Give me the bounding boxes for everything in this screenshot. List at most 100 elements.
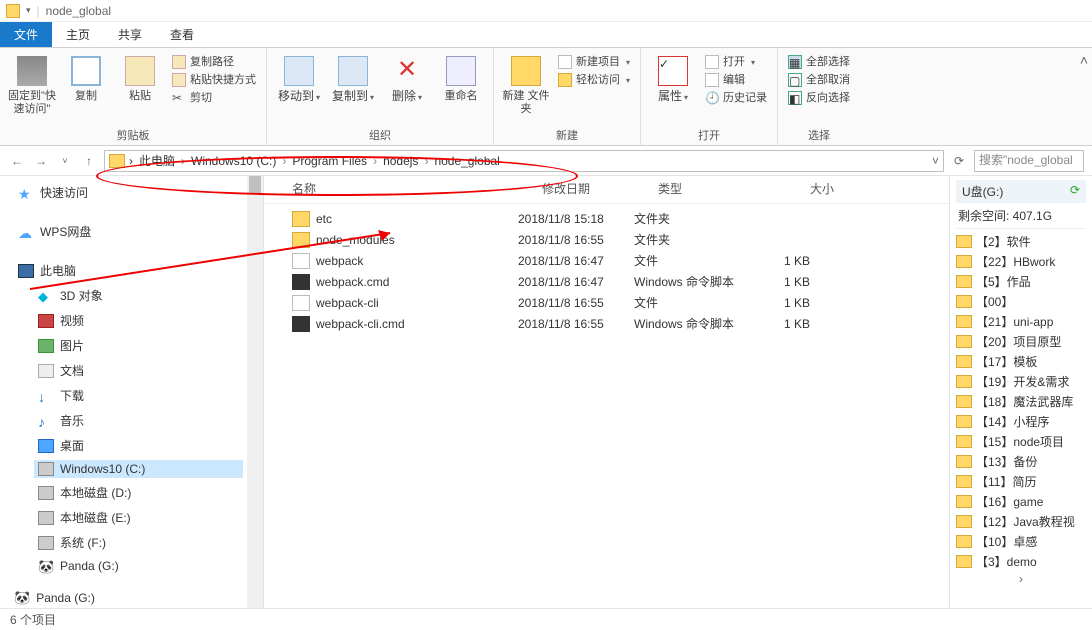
window-title: node_global [46, 4, 111, 18]
properties-button[interactable]: ✓属性▾ [649, 52, 697, 125]
address-dropdown-icon[interactable]: ˅ [932, 154, 939, 168]
select-all-button[interactable]: ▦全部选择 [786, 54, 852, 70]
folder-icon [956, 355, 972, 368]
easy-access-button[interactable]: 轻松访问▾ [556, 72, 632, 88]
preview-folder-item[interactable]: 【20】项目原型 [956, 333, 1086, 350]
rename-button[interactable]: 重命名 [437, 52, 485, 125]
nav-downloads[interactable]: ↓下载 [34, 385, 243, 406]
folder-icon [292, 211, 310, 227]
col-type[interactable]: 类型 [658, 180, 774, 197]
group-label-organize: 组织 [275, 125, 485, 143]
refresh-button[interactable]: ⟳ [950, 154, 968, 168]
tab-file[interactable]: 文件 [0, 22, 52, 47]
tab-share[interactable]: 共享 [104, 22, 156, 47]
scissors-icon: ✂ [172, 91, 186, 105]
edit-button[interactable]: 编辑 [703, 72, 769, 88]
file-row[interactable]: webpack-cli.cmd2018/11/8 16:55Windows 命令… [292, 313, 949, 334]
nav-e-drive[interactable]: 本地磁盘 (E:) [34, 507, 243, 528]
preview-folder-item[interactable]: 【11】简历 [956, 473, 1086, 490]
folder-icon [956, 275, 972, 288]
folder-icon [956, 235, 972, 248]
preview-folder-item[interactable]: 【22】HBwork [956, 253, 1086, 270]
nav-videos[interactable]: 视频 [34, 310, 243, 331]
preview-drive-header[interactable]: U盘(G:)⟳ [956, 180, 1086, 203]
paste-shortcut-button[interactable]: 粘贴快捷方式 [170, 72, 258, 88]
title-drop-icon[interactable]: ▾ [26, 5, 31, 16]
move-to-button[interactable]: 移动到▾ [275, 52, 323, 125]
nav-c-drive[interactable]: Windows10 (C:) [34, 460, 243, 478]
col-size[interactable]: 大小 [774, 180, 834, 197]
preview-folder-item[interactable]: 【13】备份 [956, 453, 1086, 470]
open-button[interactable]: 打开▾ [703, 54, 769, 70]
preview-folder-item[interactable]: 【3】demo [956, 553, 1086, 570]
folder-icon [956, 375, 972, 388]
preview-folder-item[interactable]: 【10】卓感 [956, 533, 1086, 550]
nav-pictures[interactable]: 图片 [34, 335, 243, 356]
copy-path-button[interactable]: 复制路径 [170, 54, 258, 70]
copy-to-button[interactable]: 复制到▾ [329, 52, 377, 125]
nav-f-drive[interactable]: 系统 (F:) [34, 532, 243, 553]
breadcrumb-item[interactable]: Program Files [290, 154, 369, 168]
preview-folder-item[interactable]: 【14】小程序 [956, 413, 1086, 430]
preview-folder-item[interactable]: 【5】作品 [956, 273, 1086, 290]
preview-folder-item[interactable]: 【18】魔法武器库 [956, 393, 1086, 410]
cut-button[interactable]: ✂剪切 [170, 90, 258, 106]
search-input[interactable]: 搜索"node_global [974, 150, 1084, 172]
new-folder-button[interactable]: 新建 文件夹 [502, 52, 550, 125]
nav-g-drive[interactable]: 🐼Panda (G:) [34, 557, 243, 575]
history-button[interactable]: 🕘历史记录 [703, 90, 769, 106]
star-icon: ★ [18, 186, 34, 200]
copy-button[interactable]: 复制 [62, 52, 110, 125]
delete-button[interactable]: ✕删除▾ [383, 52, 431, 125]
breadcrumb-item[interactable]: node_global [432, 154, 501, 168]
invert-select-button[interactable]: ◧反向选择 [786, 90, 852, 106]
folder-icon [956, 395, 972, 408]
nav-up-button[interactable]: ↑ [80, 152, 98, 170]
preview-folder-item[interactable]: 【21】uni-app [956, 313, 1086, 330]
video-icon [38, 314, 54, 328]
nav-back-button[interactable]: ← [8, 152, 26, 170]
nav-forward-button[interactable]: → [32, 152, 50, 170]
ribbon-group-select: ▦全部选择 ▢全部取消 ◧反向选择 选择 [778, 48, 860, 145]
folder-icon [956, 295, 972, 308]
refresh-icon[interactable]: ⟳ [1070, 183, 1080, 200]
tab-view[interactable]: 查看 [156, 22, 208, 47]
folder-icon [956, 435, 972, 448]
nav-documents[interactable]: 文档 [34, 360, 243, 381]
new-item-button[interactable]: 新建项目▾ [556, 54, 632, 70]
preview-folder-item[interactable]: 【16】game [956, 493, 1086, 510]
breadcrumb-item[interactable]: nodejs [381, 154, 420, 168]
nav-history-button[interactable]: ˅ [56, 152, 74, 170]
ribbon-collapse-icon[interactable]: ˄ [1080, 52, 1088, 68]
folder-icon [956, 335, 972, 348]
preview-folder-item[interactable]: 【17】模板 [956, 353, 1086, 370]
nav-d-drive[interactable]: 本地磁盘 (D:) [34, 482, 243, 503]
nav-music[interactable]: ♪音乐 [34, 410, 243, 431]
picture-icon [38, 339, 54, 353]
nav-panda-network[interactable]: 🐼 Panda (G:) [14, 590, 95, 606]
column-headers: 名称 修改日期 类型 大小 [264, 176, 949, 204]
preview-folder-item[interactable]: 【00】 [956, 293, 1086, 310]
ribbon: ˄ 固定到"快 速访问" 复制 粘贴 复制路径 粘贴快捷方式 ✂剪切 剪贴板 移… [0, 48, 1092, 146]
preview-folder-item[interactable]: 【19】开发&需求 [956, 373, 1086, 390]
col-date[interactable]: 修改日期 [542, 180, 658, 197]
preview-scroll-right[interactable]: › [956, 570, 1086, 588]
preview-folder-item[interactable]: 【15】node项目 [956, 433, 1086, 450]
select-none-button[interactable]: ▢全部取消 [786, 72, 852, 88]
tab-home[interactable]: 主页 [52, 22, 104, 47]
file-row[interactable]: etc2018/11/8 15:18文件夹 [292, 208, 949, 229]
nav-quick-access[interactable]: ★快速访问 [14, 182, 243, 203]
nav-desktop[interactable]: 桌面 [34, 435, 243, 456]
breadcrumb-item[interactable]: Windows10 (C:) [189, 154, 278, 168]
ribbon-tabs: 文件 主页 共享 查看 [0, 22, 1092, 48]
download-icon: ↓ [38, 389, 54, 403]
col-name[interactable]: 名称 [292, 180, 542, 197]
preview-folder-item[interactable]: 【2】软件 [956, 233, 1086, 250]
preview-space: 剩余空间: 407.1G [956, 203, 1086, 229]
music-icon: ♪ [38, 414, 54, 428]
breadcrumb-item[interactable]: 此电脑 [137, 152, 177, 169]
pin-quick-access-button[interactable]: 固定到"快 速访问" [8, 52, 56, 125]
address-box[interactable]: › 此电脑› Windows10 (C:)› Program Files› no… [104, 150, 944, 172]
preview-folder-item[interactable]: 【12】Java教程视 [956, 513, 1086, 530]
paste-button[interactable]: 粘贴 [116, 52, 164, 125]
